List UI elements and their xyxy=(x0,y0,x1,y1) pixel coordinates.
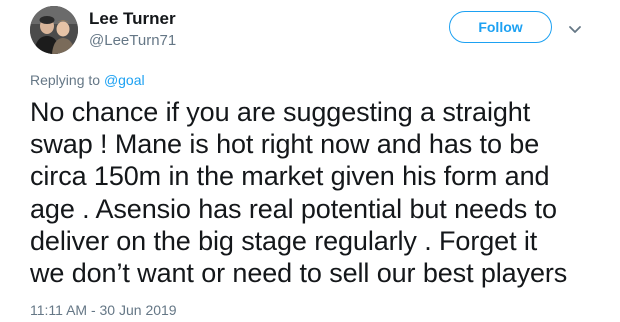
tweet-timestamp[interactable]: 11:11 AM - 30 Jun 2019 xyxy=(30,302,177,318)
chevron-down-icon[interactable] xyxy=(566,20,584,38)
tweet-text: No chance if you are suggesting a straig… xyxy=(30,96,605,289)
follow-button-label: Follow xyxy=(478,19,523,35)
avatar[interactable] xyxy=(30,6,78,54)
tweet-text-line: age . Asensio has real potential but nee… xyxy=(30,193,557,224)
avatar-photo xyxy=(30,6,78,54)
tweet-card: Lee Turner @LeeTurn71 Follow Replying to… xyxy=(0,0,620,322)
replying-to-prefix: Replying to xyxy=(30,72,101,88)
tweet-text-line: No chance if you are suggesting a straig… xyxy=(30,97,531,127)
tweet-text-line: swap ! Mane is hot right now and has to … xyxy=(30,129,540,160)
replying-to-line: Replying to @goal xyxy=(30,72,145,88)
follow-button[interactable]: Follow xyxy=(449,11,552,43)
tweet-text-line: deliver on the big stage regularly . For… xyxy=(30,225,538,256)
tweet-text-line: we don’t want or need to sell our best p… xyxy=(30,258,568,289)
author-display-name[interactable]: Lee Turner xyxy=(89,9,176,29)
replying-to-mention[interactable]: @goal xyxy=(104,72,145,88)
tweet-text-line: circa 150m in the market given his form … xyxy=(30,161,550,192)
author-handle[interactable]: @LeeTurn71 xyxy=(89,32,176,49)
chevron-down-icon-glyph xyxy=(569,26,581,33)
